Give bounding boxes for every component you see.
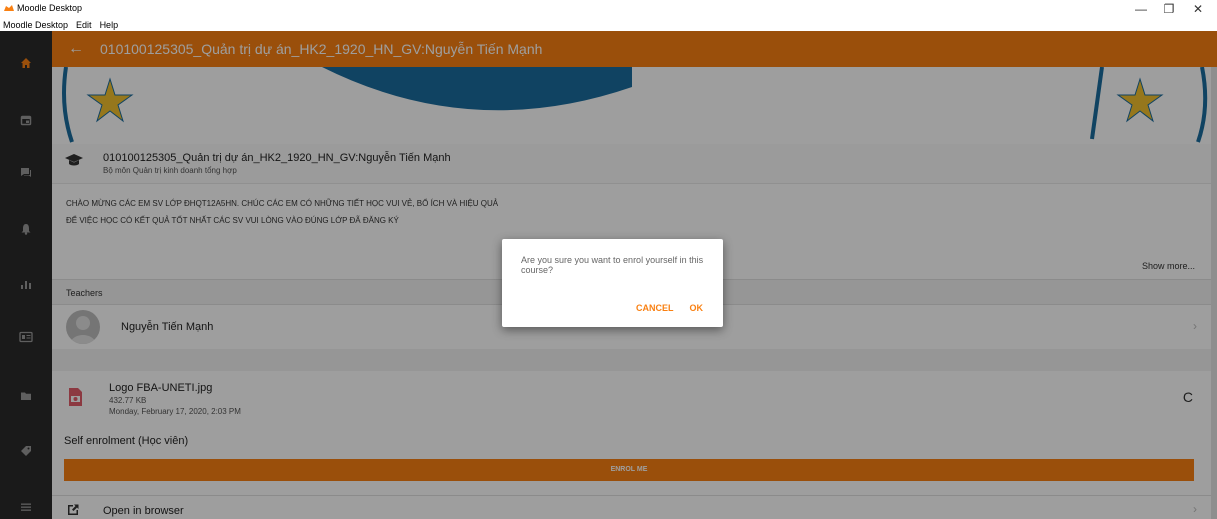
dialog-message: Are you sure you want to enrol yourself … [521, 255, 704, 275]
maximize-button[interactable]: ❐ [1157, 2, 1181, 17]
window-title-text: Moodle Desktop [17, 3, 83, 13]
cancel-button[interactable]: CANCEL [636, 303, 674, 313]
confirm-enrol-dialog: Are you sure you want to enrol yourself … [502, 239, 723, 327]
menu-bar: Moodle Desktop Edit Help [0, 19, 1217, 31]
ok-button[interactable]: OK [690, 303, 704, 313]
moodle-logo-icon [4, 5, 14, 11]
menu-item-help[interactable]: Help [100, 19, 119, 31]
dialog-actions: CANCEL OK [636, 303, 703, 313]
window-titlebar: Moodle Desktop — ❐ ✕ [0, 0, 1217, 19]
app-window: Moodle Desktop — ❐ ✕ Moodle Desktop Edit… [0, 0, 1217, 519]
minimize-button[interactable]: — [1129, 2, 1153, 17]
menu-item-app[interactable]: Moodle Desktop [3, 19, 68, 31]
menu-item-edit[interactable]: Edit [76, 19, 92, 31]
window-title: Moodle Desktop [4, 3, 82, 13]
close-window-button[interactable]: ✕ [1186, 2, 1210, 17]
